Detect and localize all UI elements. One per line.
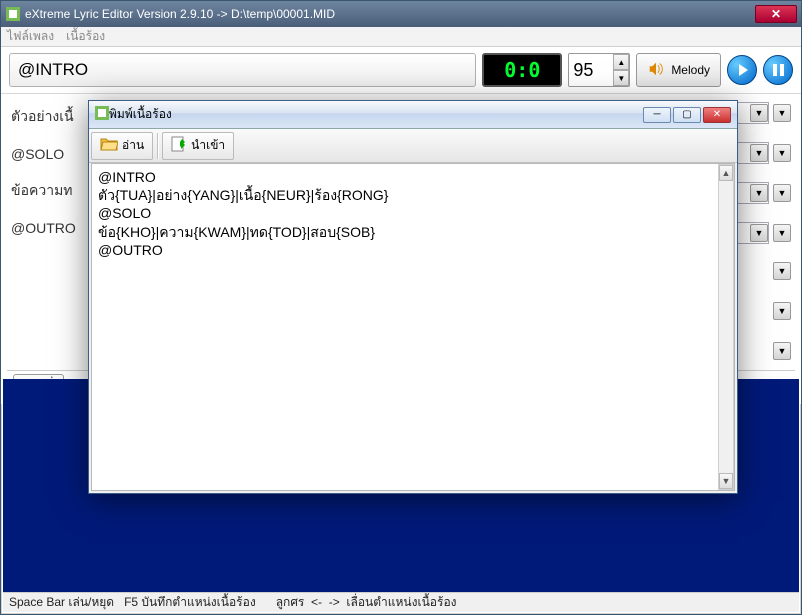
- melody-button[interactable]: Melody: [636, 53, 721, 87]
- vertical-scrollbar[interactable]: ▲ ▼: [718, 164, 734, 490]
- scroll-up-icon[interactable]: ▲: [719, 165, 733, 181]
- tempo-spinner[interactable]: ▲ ▼: [568, 53, 630, 87]
- speaker-icon: [647, 60, 665, 81]
- folder-open-icon: [100, 136, 118, 155]
- child-titlebar[interactable]: พิมพ์เนื้อร้อง ─ ▢ ✕: [89, 101, 737, 129]
- text-line: ข้อ{KHO}|ความ{KWAM}|ทด{TOD}|สอบ{SOB}: [98, 223, 728, 241]
- side-button[interactable]: ▼: [773, 224, 791, 242]
- read-button[interactable]: อ่าน: [91, 132, 153, 160]
- side-button[interactable]: ▼: [773, 184, 791, 202]
- spin-up[interactable]: ▲: [613, 54, 629, 70]
- tempo-input[interactable]: [569, 54, 613, 86]
- row-dropdowns: ▼: [773, 302, 791, 320]
- pause-button[interactable]: [763, 55, 793, 85]
- text-line: @INTRO: [98, 168, 728, 186]
- time-counter: 0:0: [482, 53, 562, 87]
- lyric-text-area[interactable]: @INTRO ตัว{TUA}|อย่าง{YANG}|เนื้อ{NEUR}|…: [91, 163, 735, 491]
- chevron-down-icon[interactable]: ▼: [750, 104, 768, 122]
- app-icon: [5, 6, 21, 22]
- row-dropdowns: ▼: [773, 342, 791, 360]
- current-lyric-display: @INTRO: [9, 53, 476, 87]
- print-lyric-window: พิมพ์เนื้อร้อง ─ ▢ ✕ อ่าน นำเข้า @INTRO …: [88, 100, 738, 494]
- menu-lyric[interactable]: เนื้อร้อง: [66, 27, 105, 46]
- play-icon: [739, 64, 748, 76]
- text-line: @OUTRO: [98, 241, 728, 259]
- row-dropdowns: ▼: [773, 262, 791, 280]
- text-line: ตัว{TUA}|อย่าง{YANG}|เนื้อ{NEUR}|ร้อง{RO…: [98, 186, 728, 204]
- chevron-down-icon[interactable]: ▼: [750, 224, 768, 242]
- maximize-button[interactable]: ▢: [673, 107, 701, 123]
- text-line: @SOLO: [98, 204, 728, 222]
- child-app-icon: [95, 106, 109, 123]
- child-toolbar: อ่าน นำเข้า: [89, 129, 737, 163]
- status-bar: Space Bar เล่น/หยุด F5 บันทึกตำแหน่งเนื้…: [3, 592, 799, 612]
- child-close-button[interactable]: ✕: [703, 107, 731, 123]
- chevron-down-icon[interactable]: ▼: [750, 184, 768, 202]
- play-button[interactable]: [727, 55, 757, 85]
- side-button[interactable]: ▼: [773, 104, 791, 122]
- scroll-down-icon[interactable]: ▼: [719, 473, 733, 489]
- side-button[interactable]: ▼: [773, 342, 791, 360]
- side-button[interactable]: ▼: [773, 302, 791, 320]
- menubar: ไฟล์เพลง เนื้อร้อง: [1, 27, 801, 47]
- main-titlebar[interactable]: eXtreme Lyric Editor Version 2.9.10 -> D…: [1, 1, 801, 27]
- status-text: Space Bar เล่น/หยุด F5 บันทึกตำแหน่งเนื้…: [9, 593, 457, 612]
- close-button[interactable]: ✕: [755, 5, 797, 23]
- import-label: นำเข้า: [191, 136, 225, 155]
- toolbar: @INTRO 0:0 ▲ ▼ Melody: [1, 47, 801, 94]
- side-button[interactable]: ▼: [773, 144, 791, 162]
- window-title: eXtreme Lyric Editor Version 2.9.10 -> D…: [25, 7, 755, 21]
- pause-icon: [773, 64, 784, 76]
- separator: [157, 133, 159, 159]
- import-icon: [171, 136, 187, 155]
- spin-down[interactable]: ▼: [613, 70, 629, 86]
- read-label: อ่าน: [122, 136, 144, 155]
- minimize-button[interactable]: ─: [643, 107, 671, 123]
- side-button[interactable]: ▼: [773, 262, 791, 280]
- chevron-down-icon[interactable]: ▼: [750, 144, 768, 162]
- melody-label: Melody: [671, 63, 710, 77]
- menu-file[interactable]: ไฟล์เพลง: [7, 27, 54, 46]
- import-button[interactable]: นำเข้า: [162, 132, 234, 160]
- child-title-text: พิมพ์เนื้อร้อง: [109, 105, 643, 124]
